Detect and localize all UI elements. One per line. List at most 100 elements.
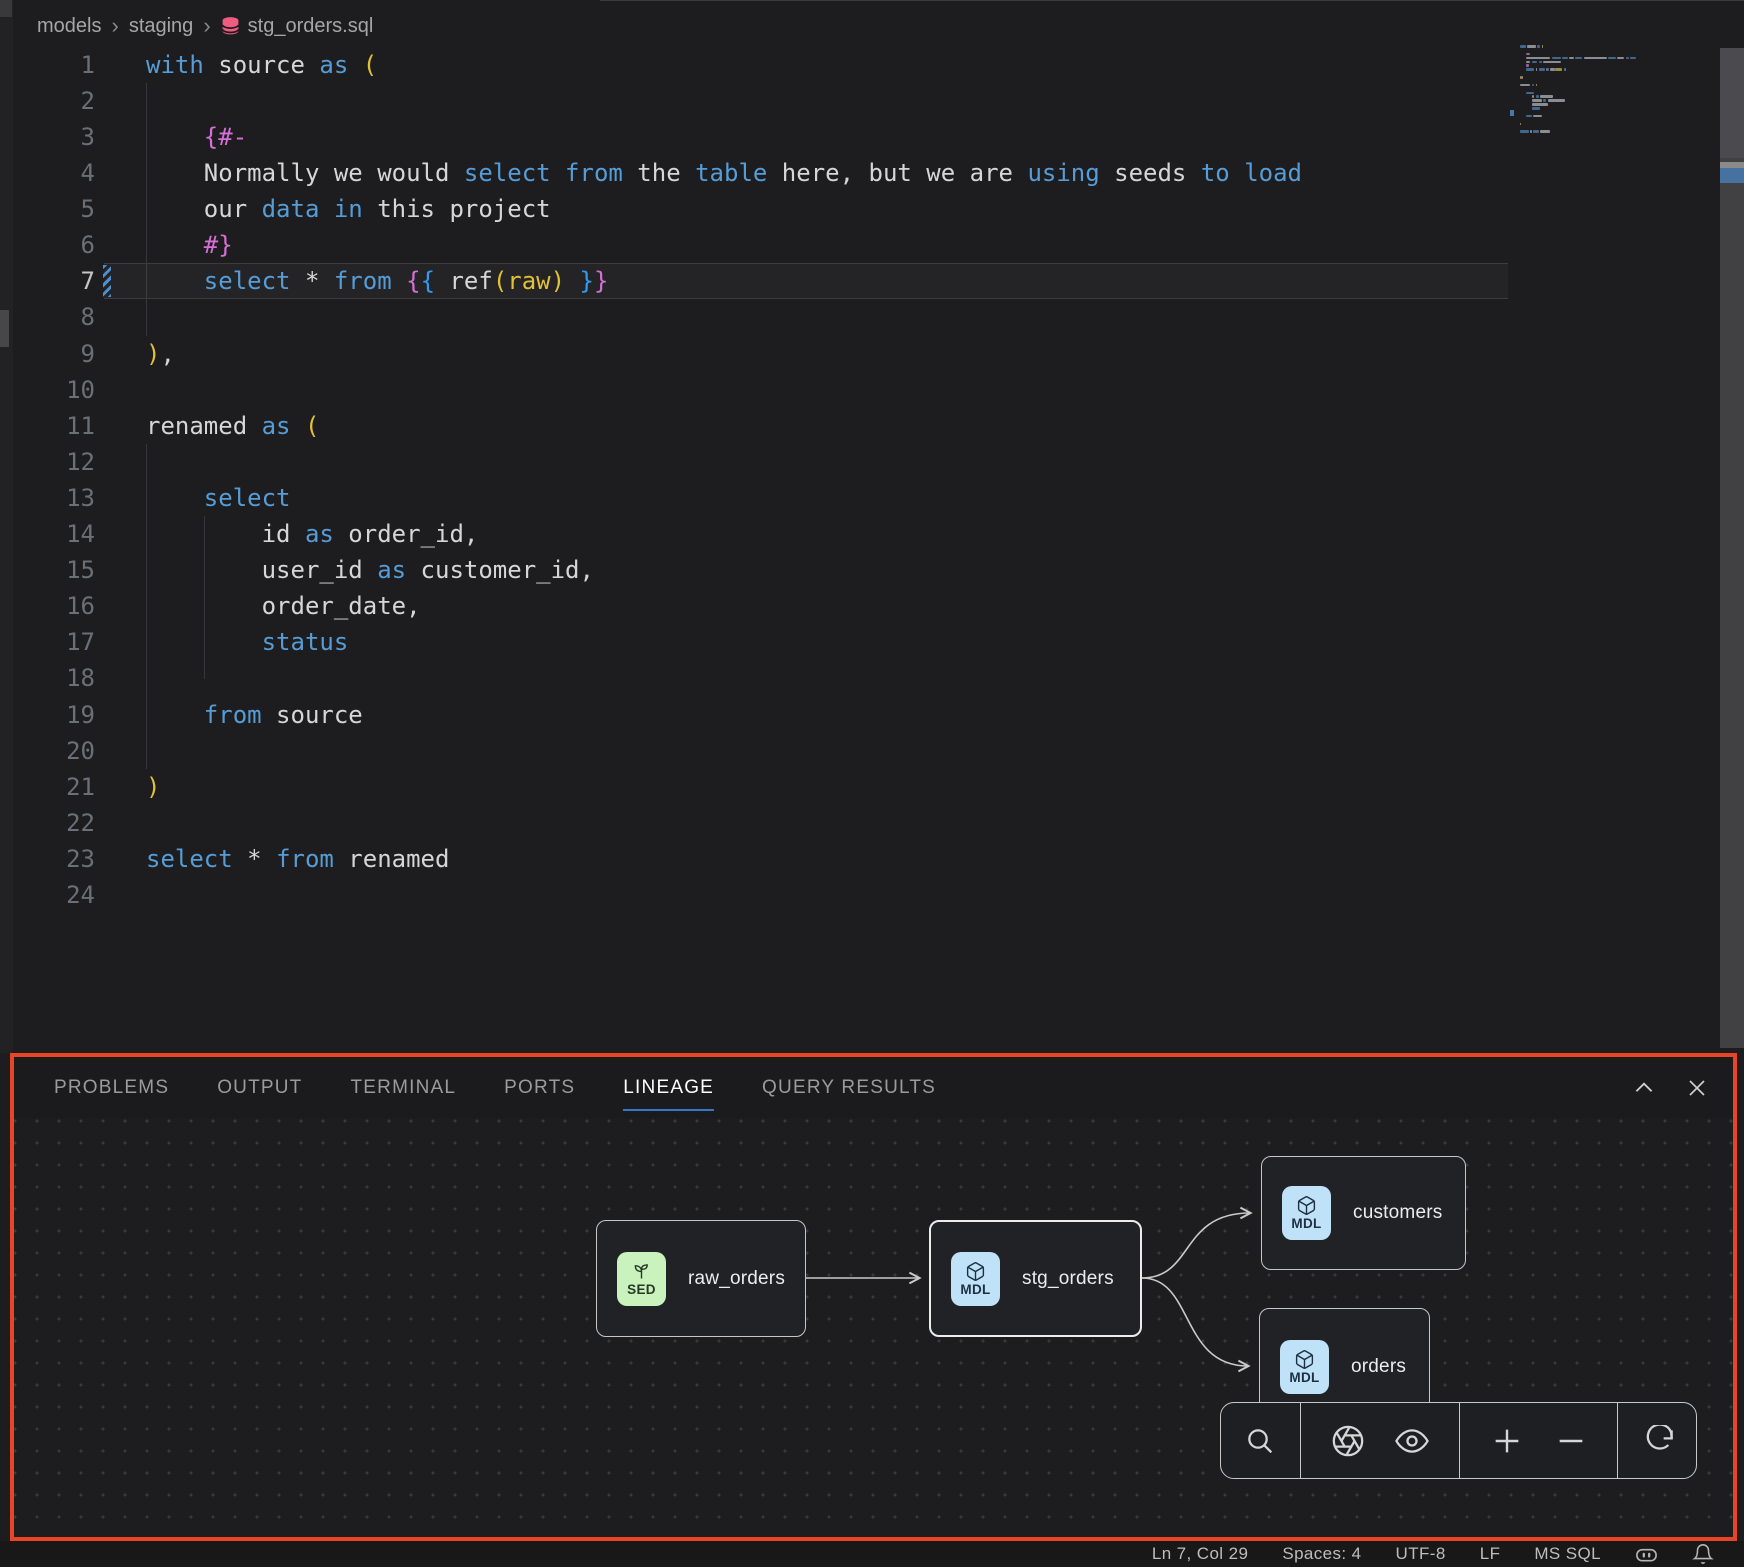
- close-icon[interactable]: [1685, 1076, 1709, 1100]
- code-line-9[interactable]: 9),: [0, 336, 1508, 372]
- minimap[interactable]: [1508, 40, 1720, 155]
- minimap-modified-marker: [1510, 110, 1514, 116]
- code-line-3[interactable]: 3 {#-: [0, 119, 1508, 155]
- code-line-23[interactable]: 23select * from renamed: [0, 841, 1508, 877]
- lineage-node-raw-orders[interactable]: SED raw_orders: [596, 1220, 806, 1337]
- lineage-toolbar: [1220, 1402, 1697, 1479]
- code-line-12[interactable]: 12: [0, 444, 1508, 480]
- line-number: 14: [0, 516, 95, 552]
- minimap-line: [1536, 95, 1539, 98]
- breadcrumb-item-models[interactable]: models: [37, 15, 101, 38]
- minimap-line: [1542, 45, 1543, 48]
- minimap-line: [1539, 68, 1545, 71]
- model-badge: MDL: [1282, 1186, 1331, 1240]
- minimap-line: [1608, 57, 1615, 60]
- minimap-line: [1527, 45, 1536, 48]
- minimap-line: [1532, 95, 1535, 98]
- line-number: 22: [0, 805, 95, 841]
- minimap-line: [1526, 64, 1529, 67]
- node-label: stg_orders: [1022, 1268, 1114, 1290]
- minimap-line: [1532, 84, 1535, 87]
- cursor-position[interactable]: Ln 7, Col 29: [1152, 1544, 1248, 1564]
- search-icon[interactable]: [1244, 1425, 1276, 1457]
- code-line-7[interactable]: 7 select * from {{ ref(raw) }}: [0, 263, 1508, 299]
- badge-label: MDL: [960, 1282, 990, 1297]
- line-number: 1: [0, 47, 95, 83]
- code-line-10[interactable]: 10: [0, 372, 1508, 408]
- minimap-line: [1617, 57, 1624, 60]
- line-number: 9: [0, 336, 95, 372]
- line-number: 13: [0, 480, 95, 516]
- code-line-22[interactable]: 22: [0, 805, 1508, 841]
- breadcrumb-file[interactable]: stg_orders.sql: [221, 15, 374, 38]
- editor-region: models › staging › stg_orders.sql: [0, 0, 1744, 1053]
- indentation-setting[interactable]: Spaces: 4: [1282, 1544, 1361, 1564]
- minimap-line: [1530, 130, 1531, 133]
- aperture-icon[interactable]: [1331, 1424, 1365, 1458]
- minimap-line: [1630, 57, 1636, 60]
- badge-label: MDL: [1289, 1370, 1319, 1385]
- code-line-16[interactable]: 16 order_date,: [0, 588, 1508, 624]
- minimap-line: [1540, 130, 1550, 133]
- code-line-19[interactable]: 19 from source: [0, 697, 1508, 733]
- minimap-line: [1520, 45, 1526, 48]
- code-line-20[interactable]: 20: [0, 733, 1508, 769]
- code-line-11[interactable]: 11renamed as (: [0, 408, 1508, 444]
- scrollbar-slider[interactable]: [1720, 48, 1744, 158]
- code-line-5[interactable]: 5 our data in this project: [0, 191, 1508, 227]
- tab-output[interactable]: OUTPUT: [217, 1057, 302, 1118]
- code-line-6[interactable]: 6 #}: [0, 227, 1508, 263]
- minimap-line: [1520, 123, 1521, 126]
- code-text: {#-: [146, 119, 247, 155]
- code-line-24[interactable]: 24: [0, 877, 1508, 913]
- line-number: 15: [0, 552, 95, 588]
- chevron-up-icon[interactable]: [1631, 1075, 1657, 1101]
- tab-lineage[interactable]: LINEAGE: [623, 1057, 714, 1118]
- line-number: 19: [0, 697, 95, 733]
- copilot-icon[interactable]: [1635, 1543, 1658, 1566]
- code-area[interactable]: 1 with source as (23 {#-4 Normally we wou…: [0, 42, 1744, 1053]
- lineage-node-stg-orders[interactable]: MDL stg_orders: [929, 1220, 1142, 1337]
- eye-icon[interactable]: [1395, 1424, 1429, 1458]
- zoom-in-icon[interactable]: [1490, 1424, 1524, 1458]
- code-line-2[interactable]: 2: [0, 83, 1508, 119]
- code-line-8[interactable]: 8: [0, 299, 1508, 335]
- line-number: 17: [0, 624, 95, 660]
- minimap-line: [1526, 68, 1535, 71]
- encoding-setting[interactable]: UTF-8: [1396, 1544, 1446, 1564]
- code-text: status: [146, 624, 348, 660]
- code-line-17[interactable]: 17 status: [0, 624, 1508, 660]
- refresh-icon[interactable]: [1641, 1425, 1673, 1457]
- tab-problems[interactable]: PROBLEMS: [54, 1057, 169, 1118]
- code-line-1[interactable]: 1 with source as (: [0, 47, 1508, 83]
- minimap-line: [1562, 57, 1568, 60]
- breadcrumb-item-staging[interactable]: staging: [129, 15, 194, 38]
- top-left-fragment: [0, 0, 12, 17]
- code-text: with source as (: [146, 47, 377, 83]
- code-line-4[interactable]: 4 Normally we would select from the tabl…: [0, 155, 1508, 191]
- tab-terminal[interactable]: TERMINAL: [351, 1057, 457, 1118]
- model-badge: MDL: [951, 1252, 1000, 1306]
- minimap-line: [1584, 57, 1607, 60]
- zoom-out-icon[interactable]: [1554, 1424, 1588, 1458]
- code-line-14[interactable]: 14 id as order_id,: [0, 516, 1508, 552]
- code-line-15[interactable]: 15 user_id as customer_id,: [0, 552, 1508, 588]
- lineage-node-customers[interactable]: MDL customers: [1261, 1156, 1466, 1270]
- tab-query-results[interactable]: QUERY RESULTS: [762, 1057, 936, 1118]
- code-line-13[interactable]: 13 select: [0, 480, 1508, 516]
- tab-ports[interactable]: PORTS: [504, 1057, 575, 1118]
- code-line-18[interactable]: 18: [0, 660, 1508, 696]
- scrollbar[interactable]: [1720, 48, 1744, 1048]
- notifications-bell-icon[interactable]: [1692, 1543, 1714, 1565]
- minimap-line: [1532, 99, 1542, 102]
- code-line-21[interactable]: 21): [0, 769, 1508, 805]
- node-label: customers: [1353, 1202, 1442, 1224]
- code-text: id as order_id,: [146, 516, 478, 552]
- code-text: renamed as (: [146, 408, 319, 444]
- line-number: 20: [0, 733, 95, 769]
- eol-setting[interactable]: LF: [1480, 1544, 1501, 1564]
- minimap-line: [1532, 61, 1538, 64]
- language-mode[interactable]: MS SQL: [1534, 1544, 1601, 1564]
- model-cube-icon: [965, 1261, 986, 1282]
- lineage-canvas[interactable]: SED raw_orders MDL stg_orders: [14, 1118, 1733, 1537]
